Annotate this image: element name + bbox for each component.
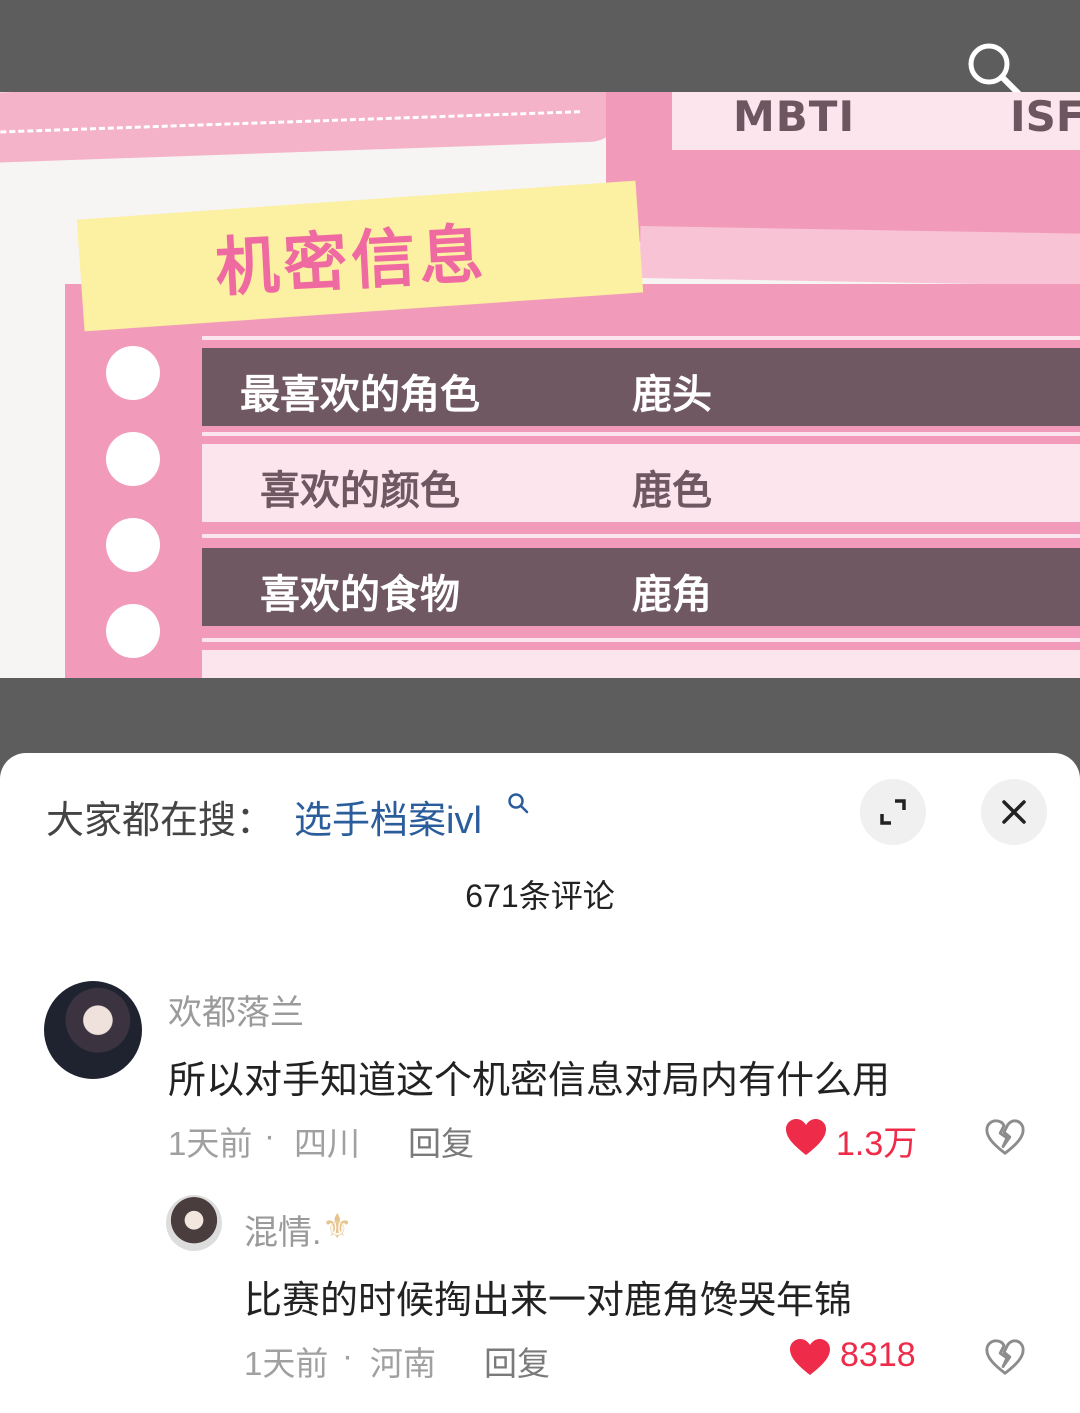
like-count: 1.3万 xyxy=(836,1125,918,1163)
comment-sheet: 大家都在搜： 选手档案ivl 671条评论 欢都落兰 所以对手知道这个机密信息对… xyxy=(0,753,1080,1413)
heart-icon[interactable] xyxy=(784,1117,828,1157)
row-separator xyxy=(202,432,1080,436)
video-player[interactable]: MBTI ISF 机密信息 最喜欢的角色 鹿头 喜欢的颜色 鹿色 喜欢的食物 鹿… xyxy=(0,92,1080,678)
info-value: 鹿头 xyxy=(632,372,712,418)
trending-prefix: 大家都在搜： xyxy=(46,800,275,842)
close-icon xyxy=(1002,800,1026,824)
comment-username[interactable]: 混情. xyxy=(244,1205,321,1254)
top-bar xyxy=(0,0,1080,97)
comment-text[interactable]: 比赛的时候掏出来一对鹿角馋哭年锦 xyxy=(244,1269,852,1324)
torn-strip-decoration xyxy=(639,225,1080,287)
section-title: 机密信息 xyxy=(213,217,490,307)
heart-icon[interactable] xyxy=(788,1337,832,1377)
comment-text[interactable]: 所以对手知道这个机密信息对局内有什么用 xyxy=(168,1049,890,1104)
binder-hole xyxy=(106,604,160,658)
row-separator xyxy=(202,336,1080,340)
mbti-label: MBTI xyxy=(733,92,856,141)
info-key: 最喜欢的角色 xyxy=(240,372,480,418)
avatar[interactable] xyxy=(44,981,142,1079)
mbti-value: ISF xyxy=(1010,92,1080,141)
avatar[interactable] xyxy=(166,1195,222,1251)
info-row: 喜欢的食物 鹿角 xyxy=(202,548,1080,626)
comment-location: 河南 xyxy=(370,1345,436,1382)
row-separator xyxy=(202,534,1080,538)
broken-heart-icon[interactable] xyxy=(984,1117,1026,1157)
info-value: 鹿角 xyxy=(632,572,712,618)
comment-time: 1天前 xyxy=(168,1125,253,1162)
info-key: 喜欢的颜色 xyxy=(260,468,460,514)
broken-heart-icon[interactable] xyxy=(984,1337,1026,1377)
meta-dot: · xyxy=(342,1337,353,1374)
info-row: 最喜欢的角色 鹿头 xyxy=(202,348,1080,426)
info-row: 喜欢的颜色 鹿色 xyxy=(202,444,1080,522)
info-key: 喜欢的食物 xyxy=(260,572,460,618)
comment-location: 四川 xyxy=(294,1125,360,1162)
meta-dot: · xyxy=(264,1117,275,1154)
comment-time: 1天前 xyxy=(244,1345,329,1382)
reply-button[interactable]: 回复 xyxy=(408,1117,474,1165)
fleur-de-lis-icon: ⚜ xyxy=(322,1207,353,1247)
search-icon[interactable] xyxy=(506,791,530,815)
search-icon[interactable] xyxy=(963,38,1025,100)
like-count: 8318 xyxy=(840,1336,916,1374)
binder-hole xyxy=(106,346,160,400)
row-separator xyxy=(202,638,1080,642)
binder-hole xyxy=(106,518,160,572)
comment-username[interactable]: 欢都落兰 xyxy=(168,985,304,1034)
expand-icon xyxy=(880,799,906,825)
reply-button[interactable]: 回复 xyxy=(484,1337,550,1385)
expand-button[interactable] xyxy=(860,779,926,845)
info-value: 鹿色 xyxy=(632,468,712,514)
torn-paper-decoration xyxy=(0,92,622,164)
info-row xyxy=(202,650,1080,678)
binder-hole xyxy=(106,432,160,486)
comment-count: 671条评论 xyxy=(465,878,615,914)
video-bottom-gap xyxy=(0,678,1080,753)
trending-search-link[interactable]: 选手档案ivl xyxy=(294,789,482,844)
close-button[interactable] xyxy=(981,779,1047,845)
